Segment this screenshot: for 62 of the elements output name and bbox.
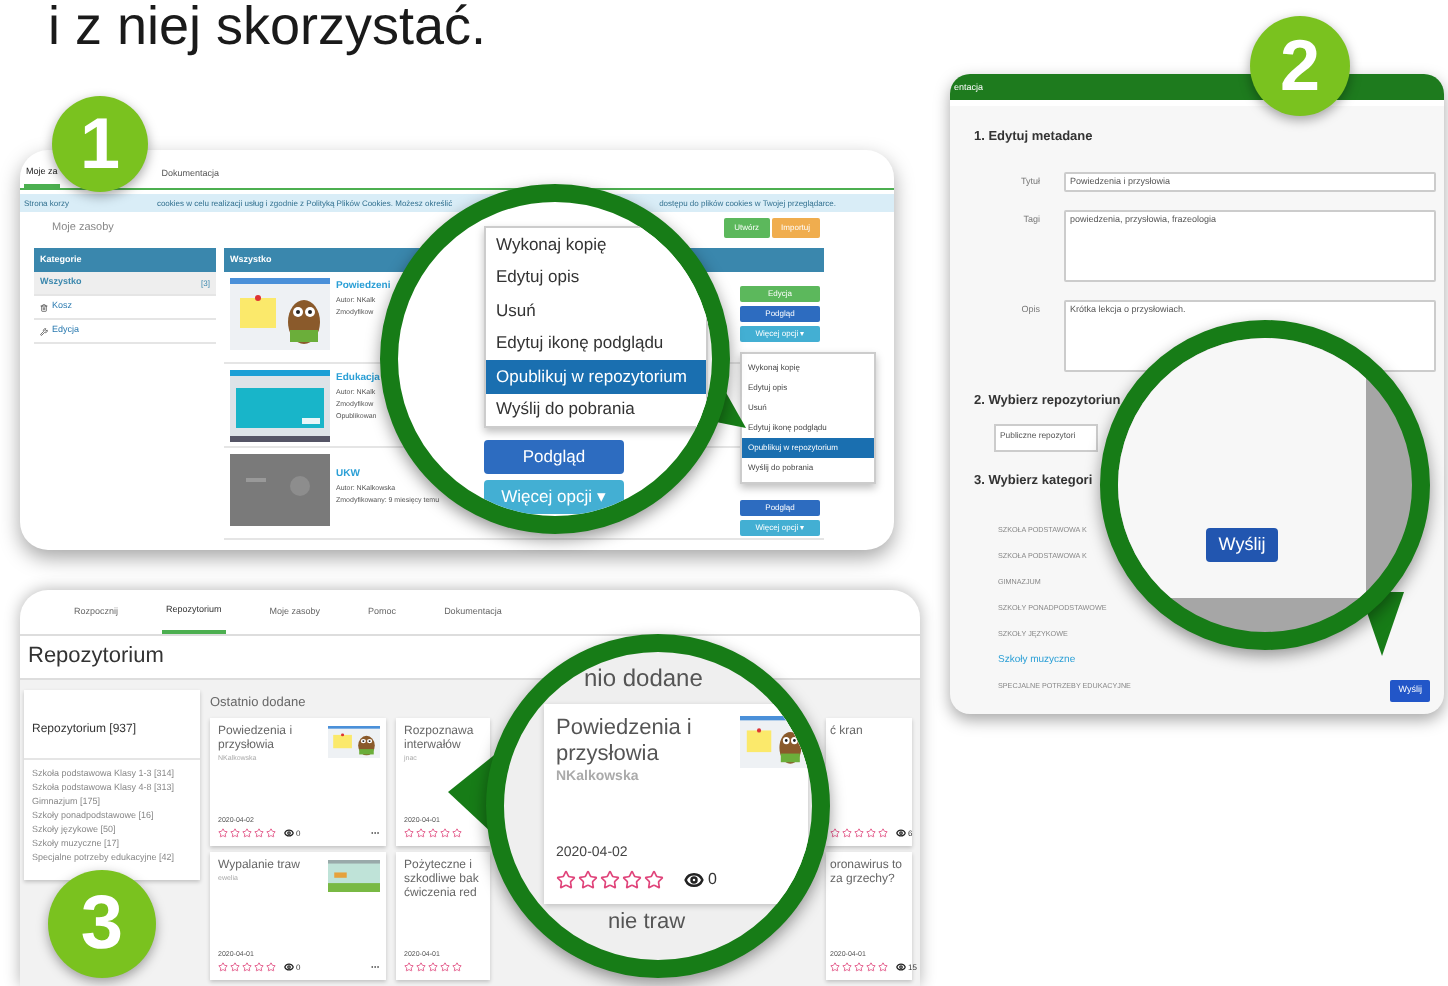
star-icon[interactable] xyxy=(254,828,264,838)
star-icon[interactable] xyxy=(644,870,664,890)
star-icon[interactable] xyxy=(878,828,888,838)
eye-icon xyxy=(284,828,294,838)
star-icon[interactable] xyxy=(578,870,598,890)
step-badge: 2 xyxy=(1250,16,1350,116)
owl-thumbnail-drawing xyxy=(328,726,380,758)
card-title: nie traw xyxy=(608,910,688,934)
star-icon[interactable] xyxy=(866,828,876,838)
star-icon[interactable] xyxy=(242,828,252,838)
eye-icon xyxy=(896,828,906,838)
star-icon[interactable] xyxy=(866,962,876,972)
page-title: Repozytorium xyxy=(28,642,164,673)
star-icon[interactable] xyxy=(404,828,414,838)
eye-icon xyxy=(896,962,906,972)
star-icon[interactable] xyxy=(230,962,240,972)
menu-item[interactable]: Edytuj ikonę podglądu xyxy=(486,327,706,360)
send-button[interactable]: Wyślij xyxy=(1206,528,1278,562)
slide-thumbnail-drawing xyxy=(230,370,330,442)
menu-item[interactable]: Wyślij do pobrania xyxy=(486,393,706,426)
star-icon[interactable] xyxy=(842,828,852,838)
star-icon[interactable] xyxy=(242,962,252,972)
star-icon[interactable] xyxy=(230,828,240,838)
star-icon[interactable] xyxy=(428,828,438,838)
menu-item[interactable]: Opublikuj w repozytorium xyxy=(486,360,706,393)
eye-icon xyxy=(284,962,294,972)
star-icon[interactable] xyxy=(266,962,276,972)
trash-icon xyxy=(40,303,48,311)
star-icon[interactable] xyxy=(266,828,276,838)
star-icon[interactable] xyxy=(854,828,864,838)
owl-thumbnail-drawing xyxy=(230,278,330,350)
card-title: Powiedzenia i xyxy=(556,716,692,742)
star-icon[interactable] xyxy=(830,962,840,972)
section-title: nio dodane xyxy=(582,662,705,692)
star-icon[interactable] xyxy=(218,962,228,972)
star-icon[interactable] xyxy=(878,962,888,972)
star-icon[interactable] xyxy=(830,828,840,838)
star-icon[interactable] xyxy=(416,828,426,838)
wrench-icon xyxy=(40,327,48,335)
owl-thumbnail-drawing xyxy=(740,716,808,768)
star-icon[interactable] xyxy=(452,962,462,972)
star-icon[interactable] xyxy=(218,828,228,838)
star-icon[interactable] xyxy=(254,962,264,972)
star-icon[interactable] xyxy=(404,962,414,972)
star-icon[interactable] xyxy=(440,962,450,972)
view-count: 0 xyxy=(708,868,717,892)
video-thumbnail-drawing xyxy=(230,454,330,526)
star-icon[interactable] xyxy=(452,828,462,838)
star-icon[interactable] xyxy=(440,828,450,838)
star-icon[interactable] xyxy=(622,870,642,890)
heading: i z niej skorzystać. xyxy=(46,0,489,54)
landscape-thumbnail-drawing xyxy=(328,860,380,892)
star-icon[interactable] xyxy=(842,962,852,972)
action-button[interactable]: Podgląd xyxy=(484,440,624,474)
menu-item[interactable]: Usuń xyxy=(486,294,706,327)
star-icon[interactable] xyxy=(428,962,438,972)
star-icon[interactable] xyxy=(556,870,576,890)
star-icon[interactable] xyxy=(600,870,620,890)
card-title: przysłowia xyxy=(556,742,661,768)
star-icon[interactable] xyxy=(416,962,426,972)
star-icon[interactable] xyxy=(854,962,864,972)
eye-icon xyxy=(684,870,704,890)
